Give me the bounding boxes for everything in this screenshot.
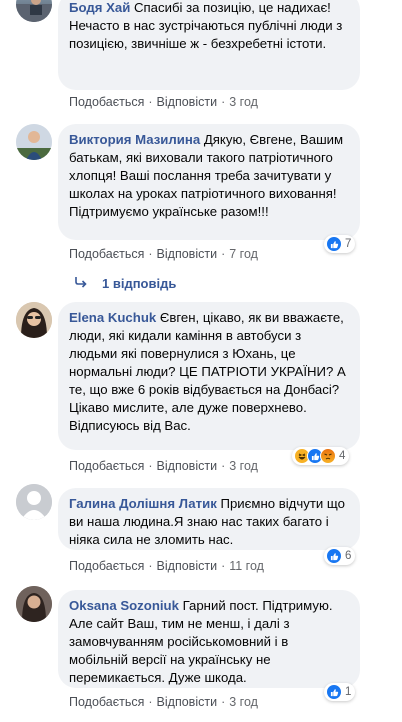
- comment-actions: Подобається · Відповісти · 11 год: [69, 559, 264, 573]
- comment-bubble: Галина Долішня Латик Приємно відчути що …: [58, 488, 360, 550]
- reaction-count: 4: [339, 450, 346, 462]
- like-button[interactable]: Подобається: [69, 695, 144, 709]
- avatar[interactable]: [16, 124, 52, 160]
- reply-button[interactable]: Відповісти: [157, 95, 218, 109]
- reaction-count: 7: [345, 238, 352, 250]
- comment-author[interactable]: Бодя Хай: [69, 0, 130, 15]
- replies-count-label: 1 відповідь: [102, 276, 177, 291]
- comment-bubble: Elena Kuchuk Євген, цікаво, як ви вважає…: [58, 302, 360, 450]
- avatar[interactable]: [16, 302, 52, 338]
- reaction-summary[interactable]: 7: [324, 235, 356, 253]
- view-replies-link[interactable]: 1 відповідь: [74, 276, 176, 291]
- comment-author[interactable]: Oksana Sozoniuk: [69, 598, 179, 613]
- comment-text-continued: Нечасто в нас зустрічаються публічні люд…: [69, 18, 343, 51]
- angry-icon: [320, 448, 336, 464]
- comment-text: Євген, цікаво, як ви вважаєте, люди, які…: [69, 310, 346, 433]
- comment-author[interactable]: Elena Kuchuk: [69, 310, 156, 325]
- reaction-summary[interactable]: 6: [324, 547, 356, 565]
- comment-timestamp[interactable]: 7 год: [229, 247, 258, 261]
- reaction-count: 1: [345, 686, 352, 698]
- like-button[interactable]: Подобається: [69, 459, 144, 473]
- avatar[interactable]: [16, 484, 52, 520]
- reply-button[interactable]: Відповісти: [157, 459, 218, 473]
- reply-arrow-icon: [74, 276, 88, 291]
- like-button[interactable]: Подобається: [69, 559, 144, 573]
- like-icon: [326, 548, 342, 564]
- comment-author[interactable]: Виктория Мазилина: [69, 132, 200, 147]
- reply-button[interactable]: Відповісти: [157, 559, 218, 573]
- comment-text: Спасибі за позицію, це надихає!: [134, 0, 331, 15]
- comment-timestamp[interactable]: 3 год: [229, 95, 258, 109]
- comment-timestamp[interactable]: 3 год: [229, 695, 258, 709]
- comment-actions: Подобається · Відповісти · 7 год: [69, 247, 258, 261]
- comment-author[interactable]: Галина Долішня Латик: [69, 496, 217, 511]
- like-button[interactable]: Подобається: [69, 247, 144, 261]
- comment-timestamp[interactable]: 11 год: [229, 559, 264, 573]
- reply-button[interactable]: Відповісти: [157, 695, 218, 709]
- comment-bubble: Oksana Sozoniuk Гарний пост. Підтримую. …: [58, 590, 360, 688]
- avatar[interactable]: [16, 586, 52, 622]
- reaction-count: 6: [345, 550, 352, 562]
- comment-timestamp[interactable]: 3 год: [229, 459, 258, 473]
- reaction-summary[interactable]: 4: [292, 447, 350, 465]
- like-button[interactable]: Подобається: [69, 95, 144, 109]
- comment-actions: Подобається · Відповісти · 3 год: [69, 95, 258, 109]
- comment-bubble: Виктория Мазилина Дякую, Євгене, Вашим б…: [58, 124, 360, 240]
- comment-actions: Подобається · Відповісти · 3 год: [69, 695, 258, 709]
- reaction-summary[interactable]: 1: [324, 683, 356, 701]
- like-icon: [326, 684, 342, 700]
- like-icon: [326, 236, 342, 252]
- reply-button[interactable]: Відповісти: [157, 247, 218, 261]
- avatar[interactable]: [16, 0, 52, 22]
- comment-feed: Бодя Хай Спасибі за позицію, це надихає!…: [0, 0, 402, 722]
- comment-bubble: Бодя Хай Спасибі за позицію, це надихає!…: [58, 0, 360, 90]
- comment-actions: Подобається · Відповісти · 3 год: [69, 459, 258, 473]
